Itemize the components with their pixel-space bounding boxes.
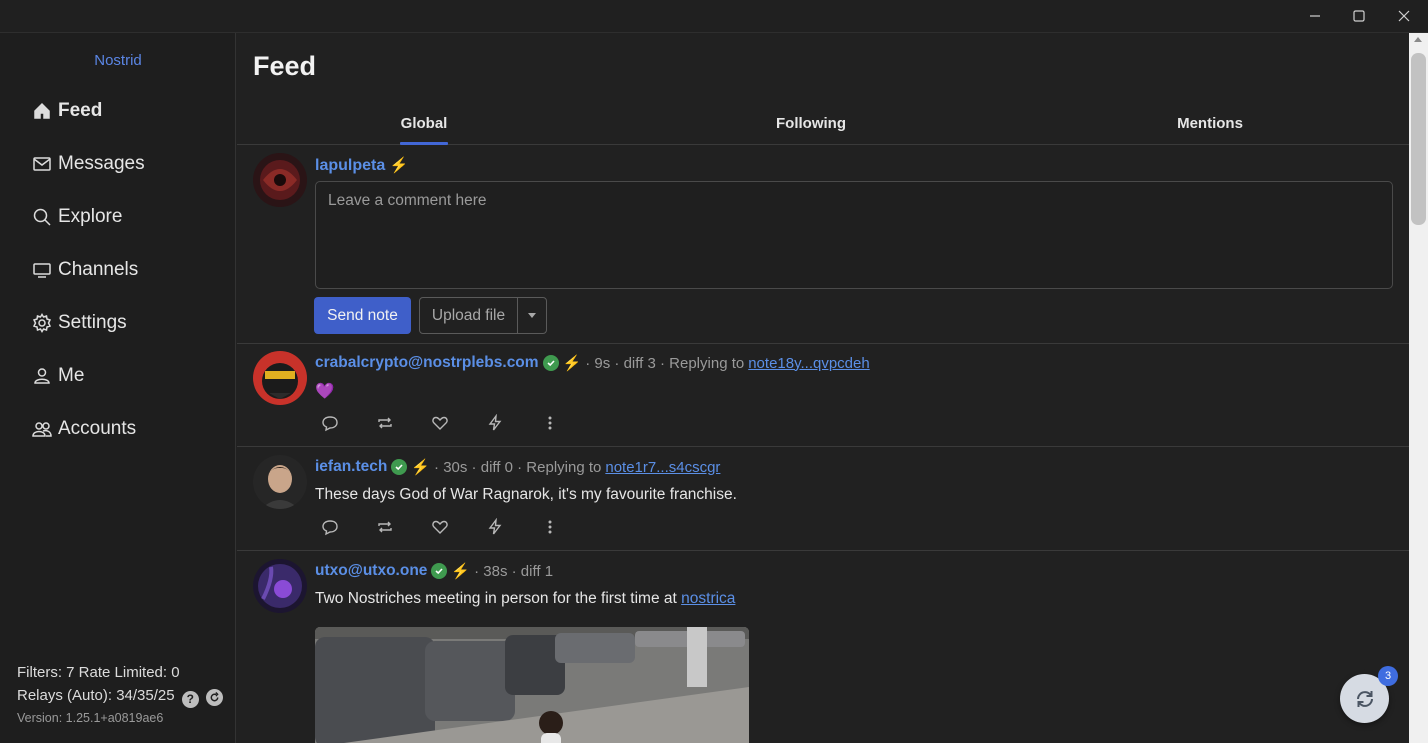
sidebar-item-label: Accounts (58, 418, 137, 439)
reply-icon[interactable] (321, 413, 376, 433)
sidebar-item-label: Feed (58, 100, 103, 121)
filters-status: Filters: 7 Rate Limited: 0 (17, 664, 180, 681)
person-icon (34, 368, 50, 384)
like-icon[interactable] (431, 517, 486, 537)
tv-icon (33, 263, 51, 278)
post-header: utxo@utxo.one ⚡ · 38s · diff 1 (315, 562, 553, 580)
feed-tabs: Global Following Mentions (237, 101, 1409, 145)
divider (237, 343, 1409, 344)
sidebar: Nostrid Feed Messages Explore Channels S… (0, 33, 236, 743)
like-icon[interactable] (431, 413, 486, 433)
composer-username[interactable]: lapulpeta ⚡ (315, 156, 408, 175)
reply-note-link[interactable]: note18y...qvpcdeh (748, 355, 869, 372)
refresh-icon (1356, 690, 1373, 707)
scroll-up-arrow-icon[interactable] (1414, 37, 1422, 42)
avatar[interactable] (253, 559, 307, 613)
zap-icon[interactable] (486, 413, 541, 433)
post-body-text: Two Nostriches meeting in person for the… (315, 590, 677, 607)
repost-icon[interactable] (376, 413, 431, 433)
repost-icon[interactable] (376, 517, 431, 537)
avatar[interactable] (253, 351, 307, 405)
post-body: These days God of War Ragnarok, it's my … (315, 486, 737, 503)
post-actions (321, 517, 596, 537)
envelope-icon (33, 157, 51, 171)
sidebar-item-explore[interactable]: Explore (32, 197, 122, 237)
gear-icon (32, 313, 52, 333)
upload-options-dropdown[interactable] (517, 297, 547, 334)
post-meta: · 38s · diff 1 (474, 562, 554, 580)
post-author[interactable]: crabalcrypto@nostrplebs.com (315, 354, 539, 372)
reconnect-icon[interactable] (205, 689, 223, 706)
sidebar-item-channels[interactable]: Channels (32, 250, 138, 290)
sidebar-item-me[interactable]: Me (32, 356, 84, 396)
divider (237, 446, 1409, 447)
sidebar-item-label: Messages (58, 153, 145, 174)
reply-note-link[interactable]: note1r7...s4cscgr (605, 459, 720, 476)
home-icon (34, 102, 50, 119)
sidebar-item-messages[interactable]: Messages (32, 144, 145, 184)
post-meta: · 30s · diff 0 · Replying to (434, 458, 602, 476)
lightning-icon: ⚡ (389, 157, 409, 174)
hashtag-link[interactable]: nostrica (681, 590, 735, 607)
more-options-icon[interactable] (541, 413, 596, 433)
sidebar-item-accounts[interactable]: Accounts (32, 409, 136, 449)
composer-username-text: lapulpeta (315, 157, 386, 174)
verified-icon (391, 459, 408, 475)
divider (237, 550, 1409, 551)
people-icon (32, 422, 52, 437)
post-header: crabalcrypto@nostrplebs.com ⚡ · 9s · dif… (315, 354, 870, 372)
post-body: 💜 (315, 383, 335, 400)
relays-status-text: Relays (Auto): 34/35/25 (17, 687, 175, 704)
maximize-icon[interactable] (1336, 0, 1382, 32)
search-icon (33, 208, 51, 226)
app-title[interactable]: Nostrid (0, 52, 236, 69)
page-title: Feed (253, 51, 317, 81)
post-header: iefan.tech ⚡ · 30s · diff 0 · Replying t… (315, 458, 720, 476)
sidebar-item-feed[interactable]: Feed (32, 91, 102, 131)
sidebar-item-label: Channels (58, 259, 139, 280)
scrollbar[interactable] (1409, 33, 1428, 743)
post-actions (321, 413, 596, 433)
title-bar (0, 0, 1428, 33)
version-label: Version: 1.25.1+a0819ae6 (17, 711, 164, 725)
sidebar-item-label: Settings (58, 312, 127, 333)
avatar[interactable] (253, 455, 307, 509)
new-notes-badge: 3 (1378, 666, 1398, 686)
app-window: Nostrid Feed Messages Explore Channels S… (0, 0, 1428, 743)
avatar[interactable] (253, 153, 307, 207)
minimize-icon[interactable] (1292, 0, 1338, 32)
tab-global[interactable]: Global (400, 101, 448, 145)
feed-panel: Feed Global Following Mentions lapulpeta… (237, 33, 1409, 743)
post-meta: · 9s · diff 3 · Replying to (585, 354, 745, 372)
lightning-icon: ⚡ (562, 355, 582, 372)
lightning-icon: ⚡ (411, 459, 431, 476)
tab-following[interactable]: Following (775, 101, 847, 145)
post-body: Two Nostriches meeting in person for the… (315, 590, 735, 608)
verified-icon (431, 563, 448, 579)
lightning-icon: ⚡ (451, 563, 471, 580)
reply-icon[interactable] (321, 517, 376, 537)
verified-icon (542, 355, 559, 371)
post-author[interactable]: utxo@utxo.one (315, 562, 427, 580)
zap-icon[interactable] (486, 517, 541, 537)
close-icon[interactable] (1381, 0, 1427, 32)
upload-file-button[interactable]: Upload file (419, 297, 518, 334)
send-note-button[interactable]: Send note (314, 297, 411, 334)
sidebar-item-settings[interactable]: Settings (32, 303, 127, 343)
comment-textarea[interactable] (315, 181, 1393, 289)
relays-status: Relays (Auto): 34/35/25 ? (17, 687, 223, 708)
scrollbar-thumb[interactable] (1411, 53, 1426, 225)
more-options-icon[interactable] (541, 517, 596, 537)
post-image[interactable] (315, 627, 749, 743)
sidebar-item-label: Me (58, 365, 85, 386)
sidebar-item-label: Explore (58, 206, 123, 227)
post-author[interactable]: iefan.tech (315, 458, 387, 476)
tab-mentions[interactable]: Mentions (1173, 101, 1247, 145)
help-icon[interactable]: ? (181, 690, 199, 708)
